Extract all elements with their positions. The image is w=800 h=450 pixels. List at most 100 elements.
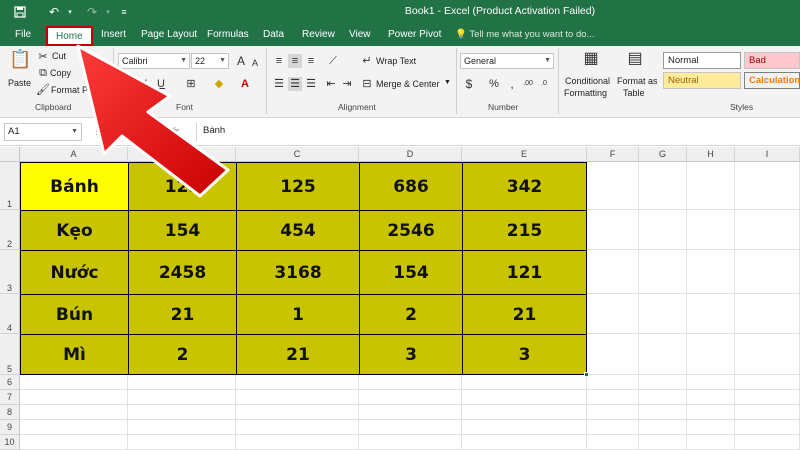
grid-cell[interactable]	[735, 162, 800, 210]
grid-cell[interactable]	[639, 162, 687, 210]
grid-cell[interactable]	[20, 435, 128, 450]
row-header-9[interactable]: 9	[0, 420, 20, 435]
table-cell[interactable]: Mì	[20, 334, 129, 375]
grid-cell[interactable]	[639, 435, 687, 450]
column-header-c[interactable]: C	[236, 147, 359, 162]
table-cell[interactable]: 3168	[236, 250, 360, 295]
grid-cell[interactable]	[128, 420, 236, 435]
name-box[interactable]: A1 ▼	[4, 123, 82, 141]
number-format-dropdown[interactable]: General ▼	[460, 53, 554, 69]
table-cell[interactable]: 125	[128, 162, 237, 211]
grid-cell[interactable]	[359, 375, 462, 390]
select-all-button[interactable]	[0, 147, 20, 162]
grid-cell[interactable]	[587, 375, 639, 390]
grid-cell[interactable]	[735, 405, 800, 420]
grid-cell[interactable]	[639, 210, 687, 250]
table-cell[interactable]: 686	[359, 162, 463, 211]
currency-button[interactable]: $	[462, 77, 476, 91]
grid-cell[interactable]	[687, 334, 735, 375]
grid-cell[interactable]	[687, 250, 735, 294]
column-header-g[interactable]: G	[639, 147, 687, 162]
increase-decimal-icon[interactable]: .00	[521, 77, 535, 91]
row-header-6[interactable]: 6	[0, 375, 20, 390]
row-header-7[interactable]: 7	[0, 390, 20, 405]
grid-cell[interactable]	[128, 405, 236, 420]
row-header-1[interactable]: 1	[0, 162, 20, 210]
grid-cell[interactable]	[687, 435, 735, 450]
grow-font-icon[interactable]: A	[234, 54, 248, 68]
grid-cell[interactable]	[687, 405, 735, 420]
row-header-4[interactable]: 4	[0, 294, 20, 334]
align-center-icon[interactable]: ☰	[288, 77, 302, 91]
increase-indent-icon[interactable]: ⇥	[340, 77, 354, 91]
tab-insert[interactable]: Insert	[101, 24, 126, 46]
grid-cell[interactable]	[128, 435, 236, 450]
table-cell[interactable]: 215	[462, 210, 587, 251]
row-header-5[interactable]: 5	[0, 334, 20, 375]
grid-cell[interactable]	[735, 250, 800, 294]
chevron-down-icon[interactable]: ▼	[444, 79, 451, 86]
paste-icon[interactable]: 📋	[9, 50, 31, 76]
table-cell[interactable]: 2	[359, 294, 463, 335]
grid-cell[interactable]	[587, 294, 639, 334]
tab-data[interactable]: Data	[263, 24, 284, 46]
table-cell[interactable]: 2	[128, 334, 237, 375]
shrink-font-icon[interactable]: A	[248, 56, 262, 70]
grid-cell[interactable]	[20, 375, 128, 390]
row-header-10[interactable]: 10	[0, 435, 20, 450]
paste-button[interactable]: Paste	[8, 78, 31, 88]
table-cell[interactable]: 2546	[359, 210, 463, 251]
wrap-text-button[interactable]: Wrap Text	[376, 56, 416, 66]
table-cell[interactable]: 1	[236, 294, 360, 335]
grid-cell[interactable]	[128, 390, 236, 405]
grid-cell[interactable]	[587, 420, 639, 435]
grid-cell[interactable]	[639, 420, 687, 435]
tab-file[interactable]: File	[15, 24, 31, 46]
fx-icon[interactable]: fx	[172, 126, 179, 136]
row-header-2[interactable]: 2	[0, 210, 20, 250]
grid-cell[interactable]	[639, 294, 687, 334]
column-header-i[interactable]: I	[735, 147, 800, 162]
formula-input[interactable]: Bánh	[196, 123, 796, 141]
grid-cell[interactable]	[359, 420, 462, 435]
grid-cell[interactable]	[462, 435, 587, 450]
tell-me-box[interactable]: 💡 Tell me what you want to do...	[455, 24, 594, 46]
grid-cell[interactable]	[587, 210, 639, 250]
grid-cell[interactable]	[735, 334, 800, 375]
column-header-a[interactable]: A	[20, 147, 128, 162]
grid-cell[interactable]	[20, 420, 128, 435]
grid-cell[interactable]	[735, 294, 800, 334]
align-middle-icon[interactable]: ≡	[288, 54, 302, 68]
align-left-icon[interactable]: ☰	[272, 77, 286, 91]
grid-cell[interactable]	[236, 390, 359, 405]
grid-cell[interactable]	[687, 420, 735, 435]
cut-button[interactable]: Cut	[52, 51, 66, 61]
italic-button[interactable]: I	[138, 77, 152, 91]
bold-button[interactable]: B	[122, 77, 136, 91]
table-cell[interactable]: 21	[236, 334, 360, 375]
align-top-icon[interactable]: ≡	[272, 54, 286, 68]
merge-center-button[interactable]: Merge & Center	[376, 79, 440, 89]
grid-cell[interactable]	[236, 405, 359, 420]
grid-cell[interactable]	[236, 375, 359, 390]
grid-cell[interactable]	[359, 390, 462, 405]
style-bad[interactable]: Bad	[744, 52, 800, 69]
tab-page-layout[interactable]: Page Layout	[141, 24, 197, 46]
font-name-dropdown[interactable]: Calibri ▼	[118, 53, 190, 69]
style-calculation[interactable]: Calculation	[744, 72, 800, 89]
conditional-formatting-button[interactable]: Conditional	[565, 76, 610, 86]
font-color-icon[interactable]: A	[238, 77, 252, 91]
align-bottom-icon[interactable]: ≡	[304, 54, 318, 68]
comma-style-icon[interactable]: ,	[505, 77, 519, 91]
grid-cell[interactable]	[587, 435, 639, 450]
format-painter-button[interactable]: Format Pa	[51, 85, 93, 95]
column-header-f[interactable]: F	[587, 147, 639, 162]
tab-home[interactable]: Home	[46, 26, 93, 46]
table-cell[interactable]: 154	[128, 210, 237, 251]
column-header-h[interactable]: H	[687, 147, 735, 162]
grid-cell[interactable]	[359, 435, 462, 450]
grid-cell[interactable]	[687, 375, 735, 390]
tab-view[interactable]: View	[349, 24, 371, 46]
grid-cell[interactable]	[735, 375, 800, 390]
table-cell[interactable]: 21	[462, 294, 587, 335]
